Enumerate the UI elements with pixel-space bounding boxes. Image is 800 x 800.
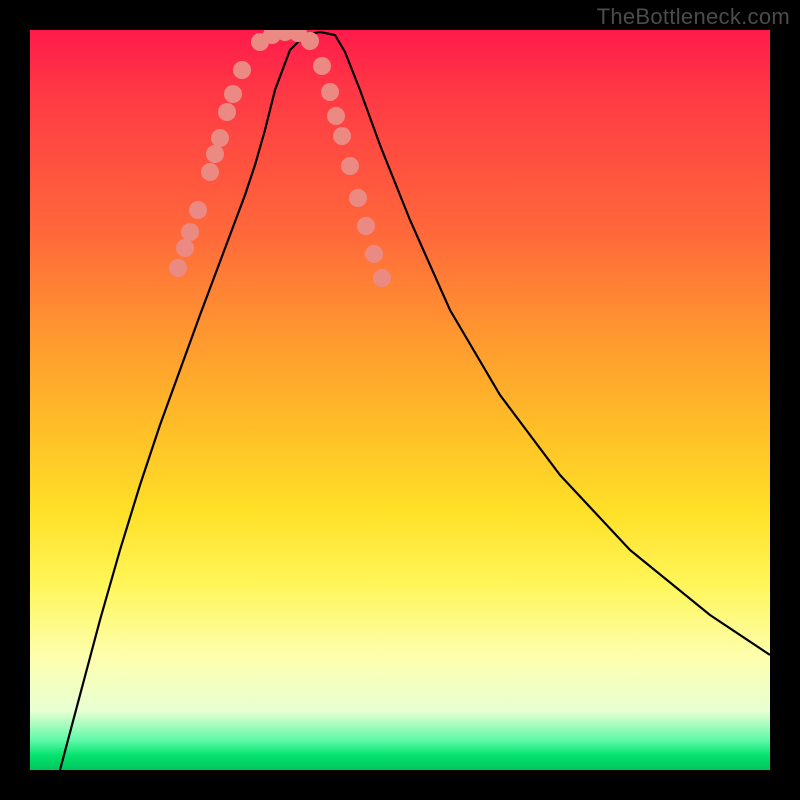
curve-marker [321, 83, 339, 101]
curve-marker [211, 129, 229, 147]
curve-marker [357, 217, 375, 235]
curve-marker [233, 61, 251, 79]
curve-marker [206, 145, 224, 163]
curve-svg [30, 30, 770, 770]
curve-marker [218, 103, 236, 121]
curve-marker [341, 157, 359, 175]
curve-marker [349, 189, 367, 207]
bottleneck-curve [60, 32, 770, 770]
watermark-text: TheBottleneck.com [597, 4, 790, 30]
curve-marker [224, 85, 242, 103]
curve-marker [365, 245, 383, 263]
curve-marker [176, 239, 194, 257]
curve-marker [189, 201, 207, 219]
curve-marker [181, 223, 199, 241]
curve-marker [201, 163, 219, 181]
curve-marker [169, 259, 187, 277]
curve-marker [313, 57, 331, 75]
plot-area [30, 30, 770, 770]
curve-markers [169, 30, 391, 287]
curve-marker [333, 127, 351, 145]
curve-marker [327, 107, 345, 125]
chart-frame: TheBottleneck.com [0, 0, 800, 800]
curve-marker [373, 269, 391, 287]
curve-marker [301, 32, 319, 50]
